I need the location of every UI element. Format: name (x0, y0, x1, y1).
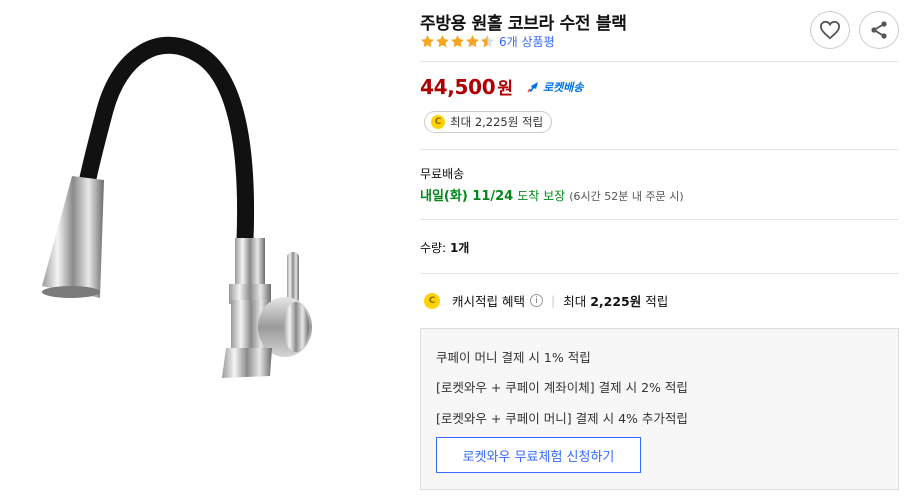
cash-reward-text: 최대 2,225원 적립 (450, 115, 544, 129)
benefit-details-box: 쿠페이 머니 결제 시 1% 적립 [로켓와우 + 쿠페이 계좌이체] 결제 시… (420, 328, 899, 490)
arrival-date: 내일(화) 11/24 (420, 189, 514, 204)
wishlist-button[interactable] (810, 11, 850, 49)
benefit-line: [로켓와우 + 쿠페이 머니] 결제 시 4% 추가적립 (436, 411, 688, 426)
share-button[interactable] (859, 11, 899, 49)
benefit-max: 최대 2,225원 적립 (563, 291, 668, 310)
divider (420, 149, 899, 150)
benefit-max-amount: 2,225원 (590, 294, 642, 309)
divider (420, 61, 899, 62)
rocket-delivery-label: 로켓배송 (543, 80, 584, 94)
coin-icon: C (431, 115, 445, 129)
shipping-label: 무료배송 (420, 167, 465, 181)
product-title: 주방용 원홀 코브라 수전 블랙 (420, 14, 627, 34)
star-icon (436, 34, 449, 47)
star-icon (466, 34, 479, 47)
rocket-wow-trial-button[interactable]: 로켓와우 무료체험 신청하기 (436, 437, 641, 473)
cash-reward-pill[interactable]: C 최대 2,225원 적립 (424, 111, 553, 133)
product-info: 주방용 원홀 코브라 수전 블랙 6개 상품평 44,500 원 로켓배송 C … (420, 0, 900, 498)
separator: | (550, 293, 556, 308)
info-icon[interactable]: i (529, 294, 543, 307)
share-icon (871, 21, 887, 39)
benefit-line: 쿠페이 머니 결제 시 1% 적립 (436, 350, 591, 365)
quantity-label: 수량: (420, 241, 447, 255)
quantity-value: 1개 (449, 241, 470, 255)
star-icon (421, 34, 434, 47)
price-value: 44,500 (420, 74, 496, 99)
arrival-info: 내일(화) 11/24 도착 보장 (6시간 52분 내 주문 시) (420, 185, 684, 204)
coin-icon: C (424, 292, 440, 309)
rocket-delivery-badge: 로켓배송 (527, 79, 584, 95)
benefit-max-suffix: 적립 (645, 294, 669, 309)
faucet-image (42, 36, 312, 378)
cash-benefit-row: C 캐시적립 혜택 i | 최대 2,225원 적립 (424, 291, 668, 310)
divider (420, 219, 899, 220)
heart-icon (819, 20, 841, 40)
benefit-line: [로켓와우 + 쿠페이 계좌이체] 결제 시 2% 적립 (436, 380, 688, 395)
half-star-icon (481, 34, 494, 47)
product-image[interactable] (0, 0, 410, 498)
quantity-row[interactable]: 수량: 1개 (420, 239, 469, 256)
divider (420, 273, 899, 274)
star-icon (451, 34, 464, 47)
rating-stars (420, 34, 495, 49)
benefit-max-prefix: 최대 (563, 294, 587, 309)
price-unit: 원 (497, 79, 514, 99)
rocket-icon (527, 81, 539, 92)
review-count-link[interactable]: 6개 상품평 (499, 33, 555, 50)
rating-row[interactable]: 6개 상품평 (420, 33, 555, 49)
arrival-guarantee: 도착 보장 (517, 189, 566, 203)
arrival-note: (6시간 52분 내 주문 시) (569, 190, 684, 203)
benefit-title: 캐시적립 혜택 (452, 294, 525, 309)
price-row: 44,500 원 로켓배송 (420, 74, 584, 100)
